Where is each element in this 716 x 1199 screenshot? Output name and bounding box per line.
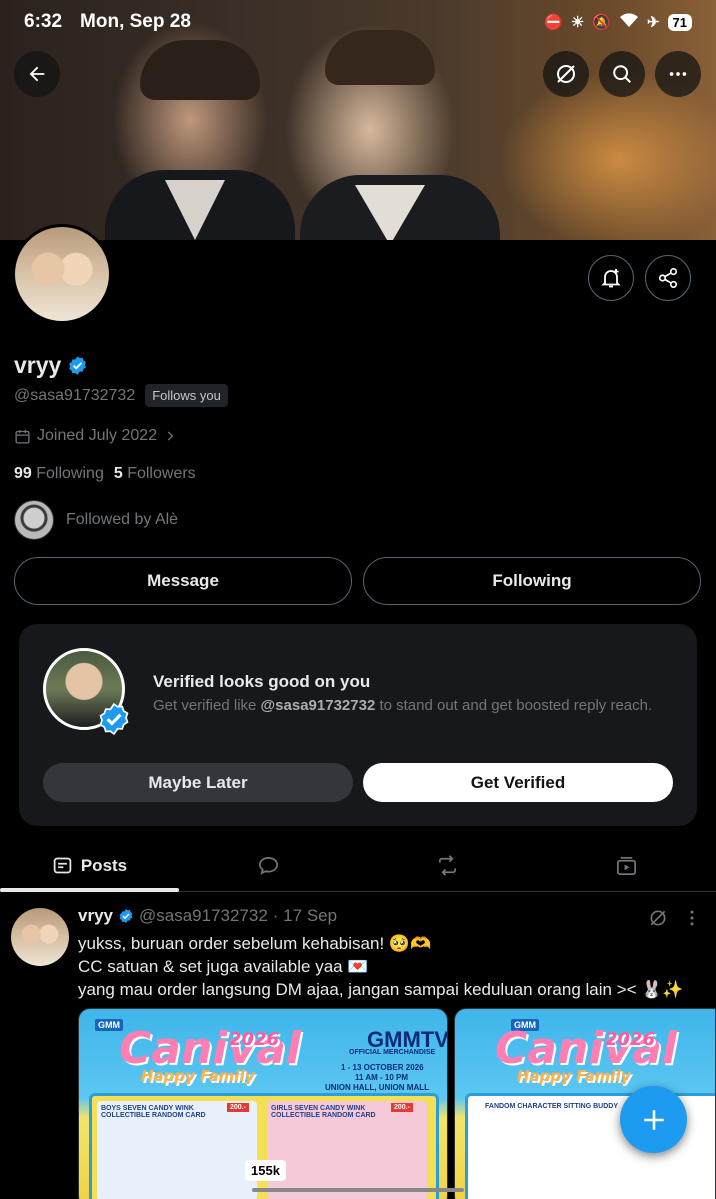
tab-reposts[interactable] bbox=[358, 840, 537, 891]
verified-badge-icon bbox=[99, 702, 129, 736]
verified-promo-card: Verified looks good on you Get verified … bbox=[19, 624, 697, 826]
tab-replies[interactable] bbox=[179, 840, 358, 891]
share-icon bbox=[658, 268, 678, 288]
media-count-badge: 155k bbox=[245, 1160, 286, 1181]
boys-card-label: BOYS SEVEN CANDY WINK COLLECTIBLE RANDOM… bbox=[101, 1105, 206, 1119]
wifi-icon bbox=[619, 12, 639, 32]
status-icons: ⛔ ☀ 🔕 ✈ 71 bbox=[544, 12, 692, 32]
search-button[interactable] bbox=[599, 51, 645, 97]
tab-media[interactable] bbox=[537, 840, 716, 891]
banner-person-hair-left bbox=[140, 40, 260, 100]
post-line-1: yukss, buruan order sebelum kehabisan! 🥺… bbox=[78, 934, 432, 953]
more-options-button[interactable] bbox=[655, 51, 701, 97]
event-time: 11 AM - 10 PM bbox=[355, 1073, 409, 1082]
post-header: vryy @sasa91732732 · 17 Sep bbox=[78, 906, 337, 926]
back-button[interactable] bbox=[14, 51, 60, 97]
home-indicator[interactable] bbox=[252, 1188, 464, 1192]
profile-handle: @sasa91732732 bbox=[14, 386, 136, 404]
post-author-avatar[interactable] bbox=[11, 908, 69, 966]
reply-icon bbox=[259, 856, 278, 875]
post-author-name[interactable]: vryy bbox=[78, 906, 113, 926]
price-tag-2: 200.- bbox=[391, 1103, 413, 1112]
arrow-left-icon bbox=[29, 66, 45, 82]
promo-description: Get verified like @sasa91732732 to stand… bbox=[153, 697, 653, 714]
joined-date-row[interactable]: Joined July 2022 bbox=[14, 427, 177, 445]
event-dates: 1 - 13 OCTOBER 2026 bbox=[341, 1063, 424, 1072]
share-button[interactable] bbox=[645, 255, 691, 301]
chevron-right-icon bbox=[167, 431, 174, 441]
posts-icon bbox=[53, 857, 72, 874]
profile-tabs: Posts bbox=[0, 840, 716, 892]
girls-card-label: GIRLS SEVEN CANDY WINK COLLECTIBLE RANDO… bbox=[271, 1105, 376, 1119]
merch-label: OFFICIAL MERCHANDISE bbox=[349, 1049, 436, 1056]
mute-icon: 🔕 bbox=[592, 14, 611, 31]
more-icon bbox=[669, 72, 687, 76]
status-bar: 6:32 Mon, Sep 28 ⛔ ☀ 🔕 ✈ 71 bbox=[0, 0, 716, 44]
promo-title: Verified looks good on you bbox=[153, 672, 371, 691]
grok-icon bbox=[557, 65, 575, 83]
follower-avatar bbox=[14, 500, 54, 540]
maybe-later-button[interactable]: Maybe Later bbox=[43, 763, 353, 802]
handle-row: @sasa91732732 Follows you bbox=[14, 384, 228, 407]
post-author-handle[interactable]: @sasa91732732 bbox=[139, 906, 268, 926]
logo-tagline: Happy Family bbox=[517, 1067, 631, 1085]
airplane-icon: ✈ bbox=[646, 14, 660, 31]
tab-posts[interactable]: Posts bbox=[0, 840, 179, 892]
dnd-icon: ⛔ bbox=[544, 14, 563, 31]
brightness-icon: ☀ bbox=[570, 14, 585, 31]
post-line-2: CC satuan & set juga available yaa 💌 bbox=[78, 957, 369, 976]
logo-year: 2026 bbox=[605, 1029, 656, 1050]
search-icon bbox=[613, 65, 631, 83]
follow-stats: 99 Following 5 Followers bbox=[14, 465, 196, 483]
followed-by-row[interactable]: Followed by Alè bbox=[14, 500, 178, 540]
more-icon[interactable] bbox=[682, 908, 702, 928]
post-text: yukss, buruan order sebelum kehabisan! 🥺… bbox=[78, 932, 708, 1001]
notifications-button[interactable] bbox=[588, 255, 634, 301]
verified-badge-icon bbox=[119, 909, 133, 923]
grok-button[interactable] bbox=[543, 51, 589, 97]
plus-icon bbox=[643, 1109, 664, 1130]
following-button[interactable]: Following bbox=[363, 557, 701, 605]
price-tag-1: 200.- bbox=[227, 1103, 249, 1112]
compose-post-button[interactable] bbox=[620, 1086, 687, 1153]
post-date[interactable]: · 17 Sep bbox=[273, 906, 337, 926]
profile-name: vryy bbox=[14, 352, 62, 378]
bell-plus-icon bbox=[601, 269, 621, 288]
battery-icon: 71 bbox=[667, 13, 692, 31]
media-icon bbox=[617, 856, 636, 875]
following-stat[interactable]: 99 Following bbox=[14, 465, 104, 483]
status-date: Mon, Sep 28 bbox=[80, 11, 191, 32]
buddy-title: FANDOM CHARACTER SITTING BUDDY bbox=[485, 1103, 618, 1110]
event-venue: UNION HALL, UNION MALL bbox=[325, 1083, 429, 1092]
profile-name-row: vryy bbox=[14, 352, 88, 379]
tab-posts-label: Posts bbox=[80, 855, 128, 875]
followed-by-text: Followed by Alè bbox=[66, 511, 179, 528]
post-line-3: yang mau order langsung DM ajaa, jangan … bbox=[78, 980, 684, 999]
get-verified-button[interactable]: Get Verified bbox=[363, 763, 673, 802]
repost-icon bbox=[438, 855, 457, 876]
status-time: 6:32 bbox=[24, 11, 63, 32]
calendar-icon bbox=[15, 429, 30, 444]
message-button[interactable]: Message bbox=[14, 557, 352, 605]
followers-stat[interactable]: 5 Followers bbox=[114, 465, 196, 483]
logo-year: 2026 bbox=[229, 1029, 280, 1050]
logo-tagline: Happy Family bbox=[141, 1067, 255, 1085]
joined-date: Joined July 2022 bbox=[37, 427, 158, 444]
verified-badge-icon[interactable] bbox=[67, 355, 88, 376]
follows-you-badge: Follows you bbox=[145, 384, 228, 407]
profile-avatar[interactable] bbox=[12, 224, 112, 324]
grok-icon[interactable] bbox=[648, 908, 668, 928]
